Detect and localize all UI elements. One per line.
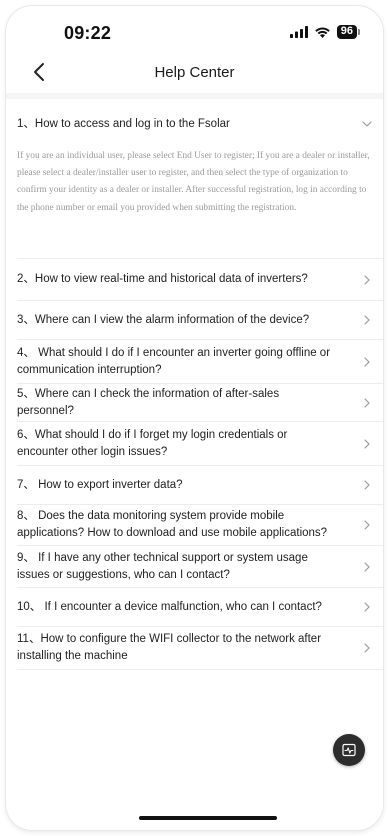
activity-monitor-icon <box>342 743 356 757</box>
chevron-right-icon <box>364 480 370 490</box>
chevron-down-icon[interactable] <box>361 118 373 130</box>
activity-monitor-button[interactable] <box>333 734 365 766</box>
chevron-right-icon <box>364 274 370 285</box>
status-icons: 96 <box>289 25 361 39</box>
faq-item[interactable]: 11、How to configure the WIFI collector t… <box>17 627 383 670</box>
faq-item[interactable]: 2、How to view real-time and historical d… <box>17 259 383 301</box>
chevron-right-icon <box>364 315 370 325</box>
chevron-right-icon <box>364 561 370 572</box>
faq-list: 1、How to access and log in to the Fsolar… <box>17 99 383 670</box>
battery-icon: 96 <box>336 25 361 39</box>
chevron-right-icon <box>364 356 370 367</box>
faq-question: 7、 How to export inverter data? <box>17 478 183 491</box>
nav-bar: Help Center <box>6 54 383 94</box>
faq-question: 8、 Does the data monitoring system provi… <box>17 510 328 539</box>
faq-question: 11、How to configure the WIFI collector t… <box>17 633 322 662</box>
faq-question: 1、How to access and log in to the Fsolar <box>17 118 230 130</box>
faq-item[interactable]: 5、Where can I check the information of a… <box>17 384 383 422</box>
faq-question: 4、 What should I do if I encounter an in… <box>17 346 331 376</box>
wifi-icon <box>314 27 330 38</box>
faq-item[interactable]: 3、Where can I view the alarm information… <box>17 301 383 340</box>
page-title: Help Center <box>154 64 235 81</box>
faq-item[interactable]: 9、 If I have any other technical support… <box>17 546 383 588</box>
faq-item[interactable]: 7、 How to export inverter data? <box>17 466 383 505</box>
phone-screen: 09:22 96 Help Center 1、How to access and… <box>6 6 383 830</box>
faq-question: 2、How to view real-time and historical d… <box>17 273 308 285</box>
chevron-right-icon <box>364 643 370 653</box>
faq-item[interactable]: 8、 Does the data monitoring system provi… <box>17 505 383 546</box>
faq-question: 5、Where can I check the information of a… <box>17 387 280 417</box>
chevron-right-icon <box>364 602 370 612</box>
faq-item-expanded[interactable]: 1、How to access and log in to the Fsolar… <box>17 99 383 259</box>
status-time: 09:22 <box>64 23 112 43</box>
home-indicator <box>139 816 277 820</box>
faq-question: 3、Where can I view the alarm information… <box>17 313 310 326</box>
faq-item[interactable]: 4、 What should I do if I encounter an in… <box>17 340 383 384</box>
faq-question: 6、What should I do if I forget my login … <box>17 428 288 458</box>
chevron-right-icon <box>364 397 370 408</box>
faq-question: 9、 If I have any other technical support… <box>17 551 308 581</box>
chevron-right-icon <box>364 520 370 530</box>
faq-question: 10、 If I encounter a device malfunction,… <box>17 600 322 613</box>
faq-item[interactable]: 10、 If I encounter a device malfunction,… <box>17 588 383 627</box>
signal-icon <box>289 26 308 38</box>
chevron-right-icon <box>364 438 370 449</box>
faq-answer: If you are an individual user, please se… <box>17 151 370 213</box>
status-bar: 09:22 96 <box>6 6 383 54</box>
faq-item[interactable]: 6、What should I do if I forget my login … <box>17 422 383 466</box>
